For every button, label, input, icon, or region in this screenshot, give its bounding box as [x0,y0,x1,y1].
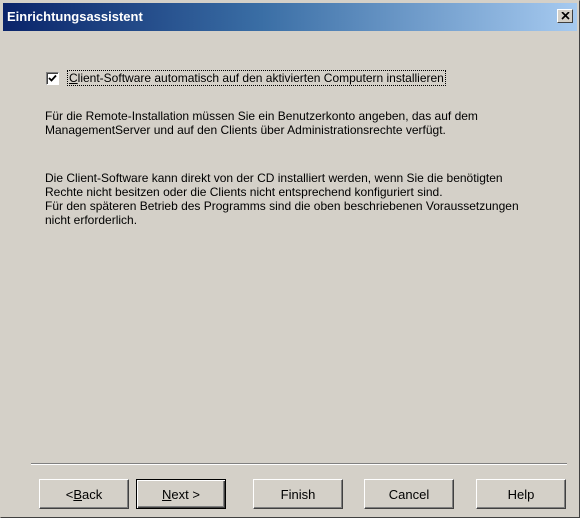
next-label-rest: ext > [171,486,200,502]
remote-install-text: Für die Remote-Installation müssen Sie e… [45,109,478,137]
wizard-dialog: Einrichtungsassistent Client-Software au… [0,0,580,518]
cancel-button[interactable]: Cancel [364,479,454,509]
window-title: Einrichtungsassistent [7,9,143,24]
next-button[interactable]: Next > [136,479,226,509]
back-prefix: < [65,486,74,502]
close-icon [561,12,570,20]
back-hotkey: B [73,486,83,502]
cd-install-text: Die Client-Software kann direkt von der … [45,171,503,199]
remote-install-info: Für die Remote-Installation müssen Sie e… [45,109,525,137]
close-button[interactable] [557,9,573,23]
back-button[interactable]: < Back [39,479,129,509]
title-bar[interactable]: Einrichtungsassistent [3,3,577,31]
checkbox-label-text: lient-Software automatisch auf den aktiv… [77,71,444,85]
install-client-checkbox-row[interactable]: Client-Software automatisch auf den akti… [46,70,446,86]
help-button[interactable]: Help [476,479,566,509]
later-operation-text: Für den späteren Betrieb des Programms s… [45,199,519,227]
install-client-checkbox[interactable] [46,71,59,85]
button-separator [31,463,567,465]
back-label-rest: ack [82,486,103,502]
cd-install-info: Die Client-Software kann direkt von der … [45,171,525,227]
next-hotkey: N [162,486,172,502]
checkmark-icon [48,74,57,82]
install-client-checkbox-label[interactable]: Client-Software automatisch auf den akti… [67,70,446,86]
finish-button[interactable]: Finish [253,479,343,509]
checkbox-label-hotkey: C [69,71,78,85]
